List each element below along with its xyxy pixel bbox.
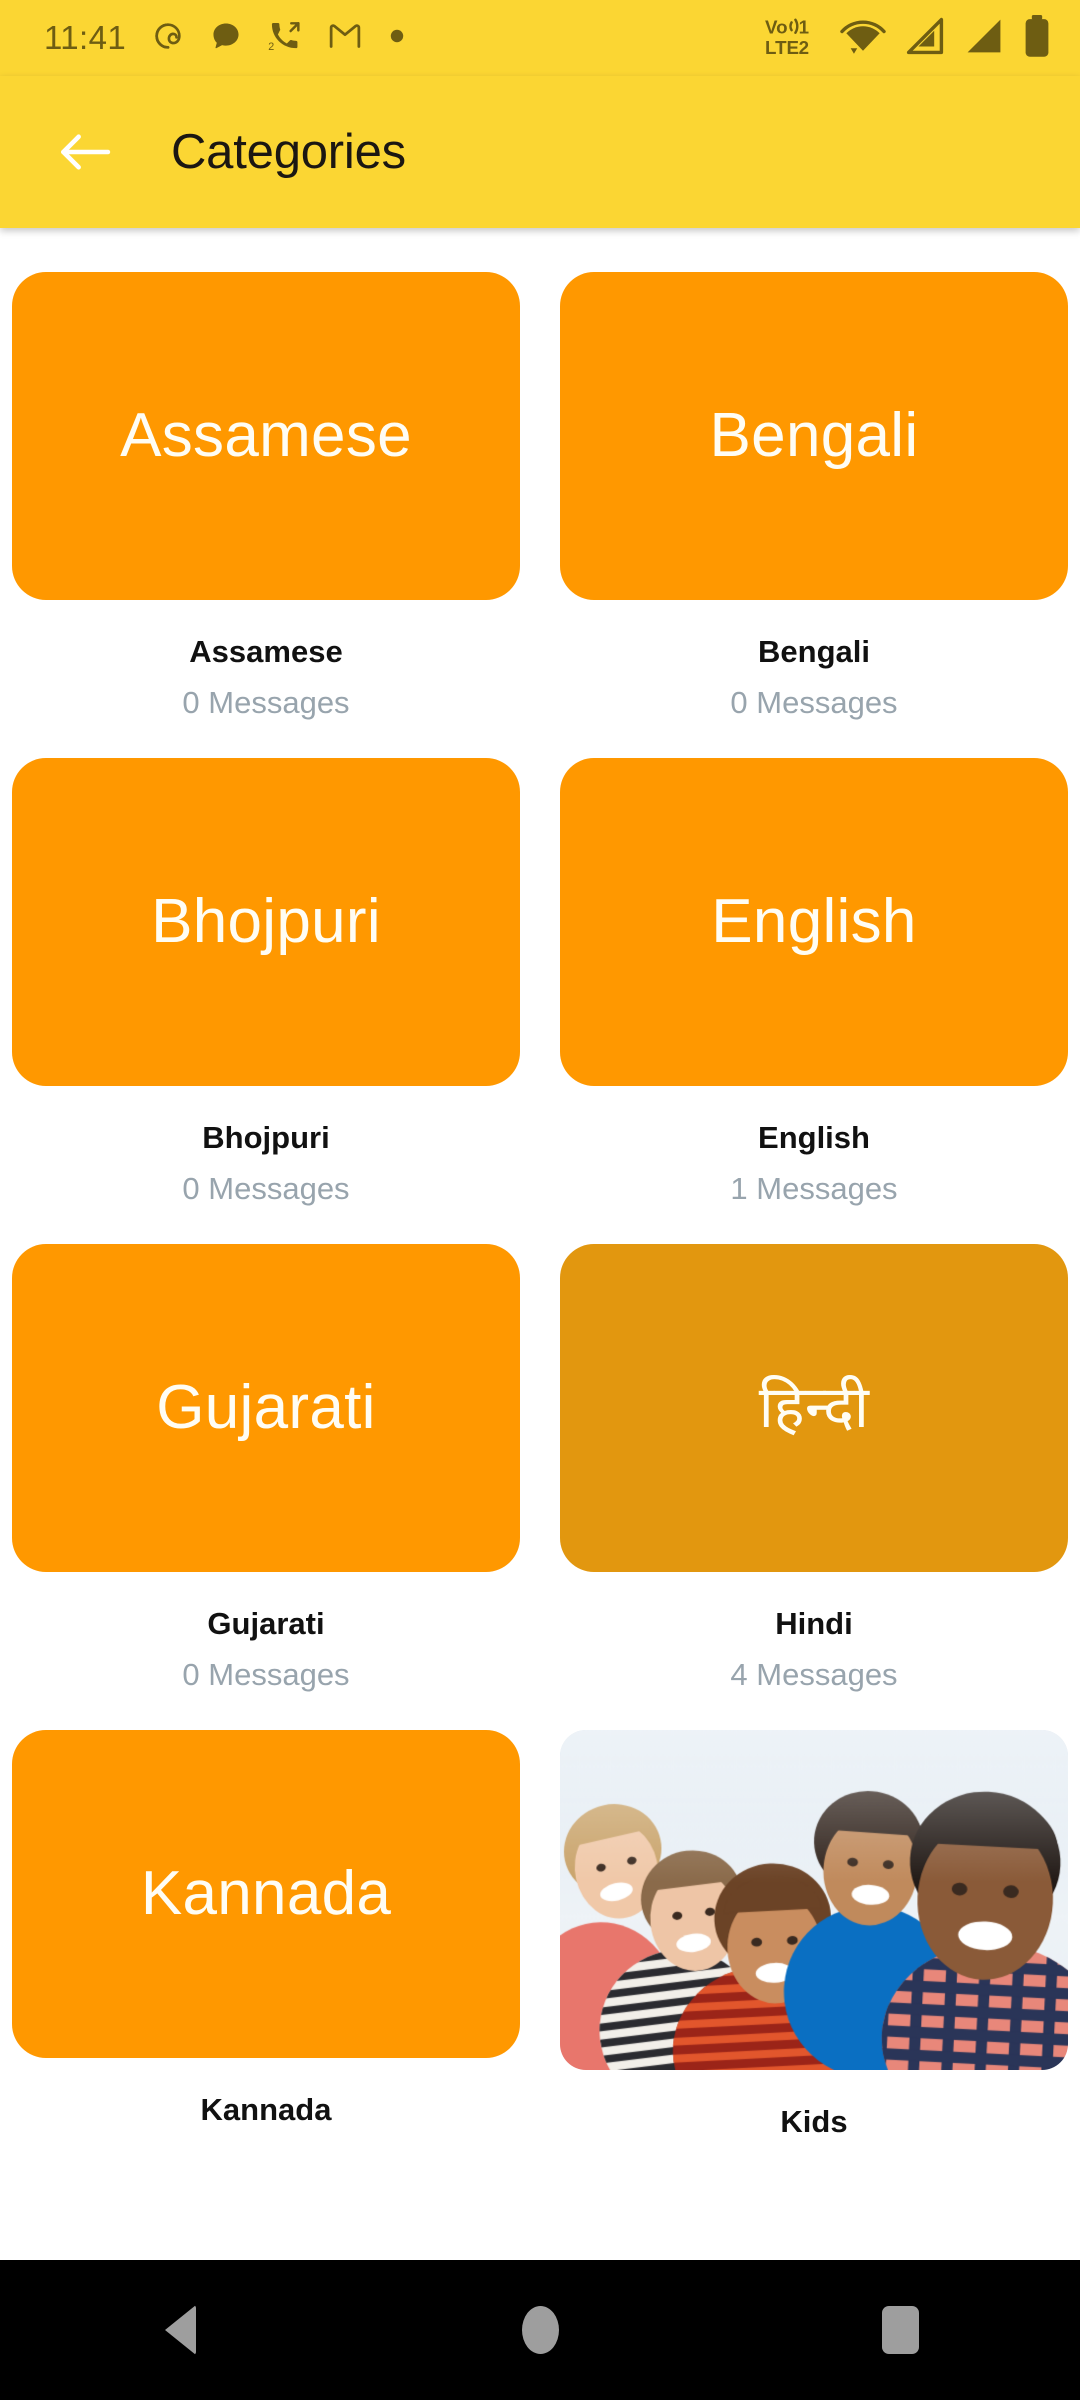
category-cell[interactable]: हिन्दी Hindi 4 Messages <box>560 1204 1068 1690</box>
category-cell[interactable]: English English 1 Messages <box>560 718 1068 1204</box>
nav-home-button[interactable] <box>460 2260 620 2400</box>
category-tile[interactable]: Gujarati <box>12 1244 520 1572</box>
category-tile-label: Assamese <box>120 401 412 470</box>
category-message-count: 0 Messages <box>730 685 898 720</box>
svg-text:1: 1 <box>799 16 809 37</box>
svg-text:2: 2 <box>799 37 809 58</box>
nav-back-icon <box>164 2305 196 2355</box>
category-tile[interactable]: Bengali <box>560 272 1068 600</box>
category-tile-photo[interactable] <box>560 1730 1068 2070</box>
category-tile-label: Bhojpuri <box>151 887 381 956</box>
svg-text:2: 2 <box>268 40 274 51</box>
category-title: Bhojpuri <box>202 1120 330 1155</box>
category-tile-label: English <box>711 887 917 956</box>
category-grid: Assamese Assamese 0 Messages Bengali Bengali… <box>0 232 1080 2260</box>
wifi-icon <box>839 15 887 62</box>
category-message-count: 0 Messages <box>182 1171 350 1206</box>
category-title: Kannada <box>200 2092 332 2127</box>
category-tile[interactable]: Assamese <box>12 272 520 600</box>
category-message-count: 0 Messages <box>182 1657 350 1692</box>
category-message-count: 0 Messages <box>182 685 350 720</box>
category-title: Gujarati <box>207 1606 325 1641</box>
threads-spiral-icon <box>152 20 184 57</box>
category-title: English <box>758 1120 870 1155</box>
battery-icon <box>1022 14 1052 63</box>
nav-recents-button[interactable] <box>820 2260 980 2400</box>
back-arrow-icon <box>61 134 111 170</box>
category-tile[interactable]: हिन्दी <box>560 1244 1068 1572</box>
nav-home-icon <box>521 2306 559 2354</box>
category-title: Kids <box>780 2104 848 2139</box>
chat-bubble-icon <box>210 20 242 57</box>
more-dot-icon <box>388 27 406 50</box>
category-cell[interactable]: Assamese Assamese 0 Messages <box>12 232 520 718</box>
status-bar-clock: 11:41 <box>44 18 127 56</box>
category-tile[interactable]: Kannada <box>12 1730 520 2058</box>
signal-sim1-icon <box>904 15 946 62</box>
svg-text:Vo: Vo <box>765 16 788 37</box>
category-cell[interactable]: Kannada Kannada <box>12 1690 520 2137</box>
category-title: Bengali <box>758 634 870 669</box>
nav-back-button[interactable] <box>100 2260 260 2400</box>
category-tile-label: Kannada <box>140 1859 392 1928</box>
category-tile[interactable]: English <box>560 758 1068 1086</box>
category-tile[interactable]: Bhojpuri <box>12 758 520 1086</box>
status-bar-right-group: Vo 1 LTE 2 <box>765 14 1052 63</box>
nav-recents-icon <box>881 2306 919 2354</box>
svg-text:LTE: LTE <box>765 37 799 58</box>
page-title: Categories <box>171 124 406 179</box>
category-title: Assamese <box>189 634 343 669</box>
category-tile-label: हिन्दी <box>758 1375 870 1440</box>
category-message-count: 4 Messages <box>730 1657 898 1692</box>
app-bar: Categories <box>0 76 1080 228</box>
gmail-icon <box>328 21 362 56</box>
category-tile-label: Gujarati <box>156 1373 376 1442</box>
category-cell[interactable]: Gujarati Gujarati 0 Messages <box>12 1204 520 1690</box>
category-cell[interactable]: Bengali Bengali 0 Messages <box>560 232 1068 718</box>
system-navigation-bar <box>0 2260 1080 2400</box>
missed-call-icon: 2 <box>268 20 302 57</box>
category-title: Hindi <box>775 1606 853 1641</box>
status-bar-left-group: 11:41 2 <box>44 20 406 57</box>
kids-photo-image <box>560 1730 1068 2070</box>
signal-sim2-icon <box>963 15 1005 62</box>
category-tile-label: Bengali <box>709 401 919 470</box>
back-button[interactable] <box>48 115 122 189</box>
category-message-count: 1 Messages <box>730 1171 898 1206</box>
status-bar: 11:41 2 Vo 1 LTE 2 <box>0 0 1080 76</box>
category-cell[interactable]: Bhojpuri Bhojpuri 0 Messages <box>12 718 520 1204</box>
volte-sim1-icon: Vo 1 LTE 2 <box>765 14 822 63</box>
phone-screen: 11:41 2 Vo 1 LTE 2 Categories Assamese A… <box>0 0 1080 2400</box>
category-cell[interactable]: Kids <box>560 1690 1068 2137</box>
